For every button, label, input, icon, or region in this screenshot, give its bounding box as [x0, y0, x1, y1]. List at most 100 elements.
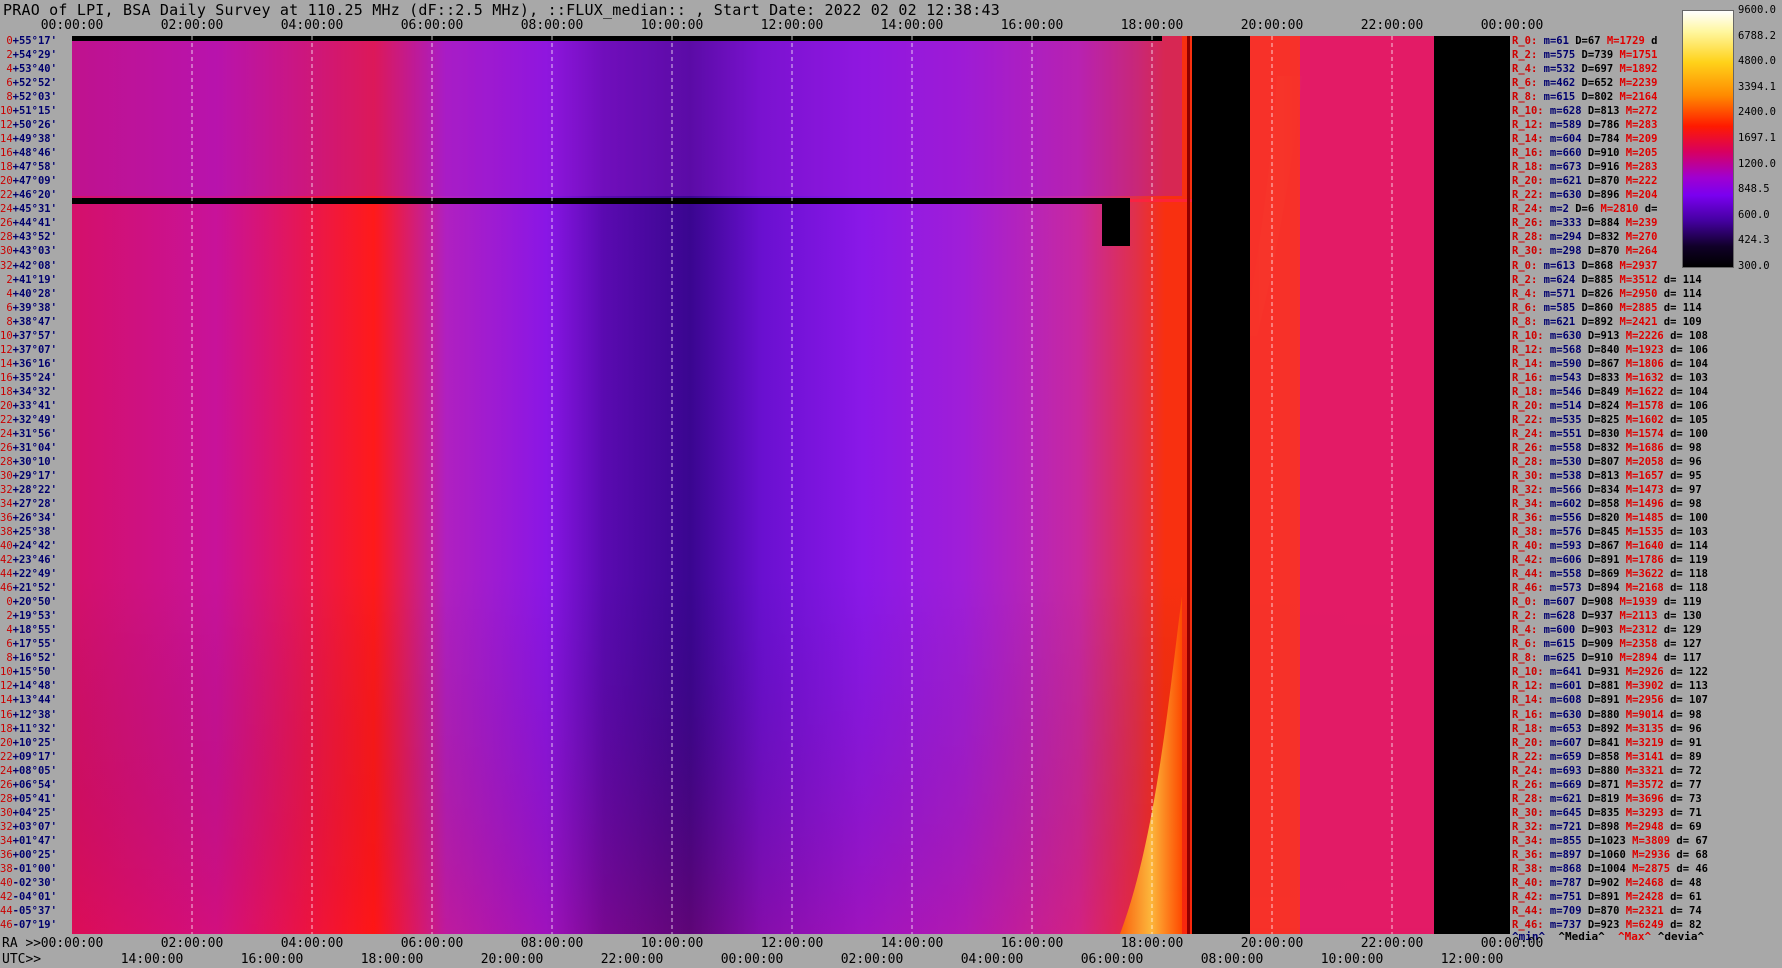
row-statistics: R_0: m=61 D=67 M=1729 d R_2: m=575 D=739 … [1512, 36, 1782, 934]
stats-mx: M=1892 [1613, 63, 1658, 76]
stats-mx: M=1574 [1619, 427, 1664, 440]
stats-md: D=840 [1581, 343, 1620, 356]
dec-row-label: 8+52°03' [0, 92, 57, 103]
dec-row-index: 22 [0, 189, 13, 202]
stats-row: R_2: m=575 D=739 M=1751 [1512, 49, 1664, 62]
utc-bottom-tick: 10:00:00 [1320, 952, 1384, 967]
stats-md: D=880 [1581, 764, 1620, 777]
dec-row-label: 14+13°44' [0, 694, 57, 707]
ra-top-axis: 00:00:00 02:00:00 04:00:00 06:00:00 08:00:00… [0, 18, 1544, 36]
stats-mx: M=2058 [1619, 455, 1664, 468]
stats-rl: R_16: [1512, 147, 1544, 160]
dec-row-index: 28 [0, 792, 13, 805]
stats-md: D=858 [1581, 498, 1620, 511]
stats-mx: M=270 [1619, 231, 1658, 244]
stats-rl: R_26: [1512, 441, 1544, 454]
top-tick-label: 12:00:00 [760, 18, 824, 33]
stats-md: D=813 [1581, 469, 1620, 482]
stats-md: D=652 [1575, 77, 1614, 90]
stats-rl: R_28: [1512, 231, 1544, 244]
dec-value: +14°48' [12, 680, 57, 693]
dec-row-index: 14 [0, 694, 13, 707]
stats-mn: m=558 [1543, 441, 1582, 454]
stats-mn: m=600 [1537, 624, 1576, 637]
stats-mx: M=1657 [1619, 469, 1664, 482]
stats-row: R_4: m=600 D=903 M=2312 d= 129 [1512, 624, 1702, 637]
stats-mn: m=538 [1543, 469, 1582, 482]
dec-row-label: 26+06°54' [0, 779, 57, 790]
dec-row-label: 22+32°49' [0, 413, 57, 426]
stats-rl: R_24: [1512, 203, 1544, 216]
dec-row-label: 28+43°52' [0, 232, 57, 243]
stats-dv: d= 106 [1663, 343, 1709, 356]
stats-md: D=824 [1581, 399, 1620, 412]
stats-row: R_8: m=621 D=892 M=2421 d= 109 [1512, 316, 1702, 327]
stats-rl: R_2: [1512, 49, 1538, 62]
stats-mn: m=61 [1537, 35, 1569, 47]
stats-mn: m=514 [1543, 399, 1582, 412]
dec-value: +28°22' [12, 484, 57, 496]
dec-row-label: 12+37°07' [0, 344, 57, 355]
dec-value: +11°32' [12, 722, 57, 735]
stats-md: D=870 [1581, 904, 1620, 917]
dec-row-index: 12 [0, 119, 13, 132]
stats-md: D=885 [1575, 273, 1614, 286]
dec-value: +47°58' [12, 161, 57, 174]
dec-row-index: 8 [0, 315, 13, 328]
missing-row-top [72, 36, 1162, 41]
dec-row-label: 12+14°48' [0, 680, 57, 693]
dec-row-index: 22 [0, 413, 13, 426]
stats-mn: m=608 [1543, 694, 1582, 707]
colorbar-tick-label: 3394.1 [1738, 80, 1776, 93]
dec-value: +04°25' [12, 806, 57, 819]
ra-bottom-tick: 18:00:00 [1120, 936, 1184, 951]
top-tick-label: 06:00:00 [400, 18, 464, 33]
stats-dv [1657, 217, 1663, 229]
ra-bottom-tick: 12:00:00 [760, 936, 824, 951]
stats-rl: R_14: [1512, 357, 1544, 370]
stats-rl: R_38: [1512, 862, 1544, 875]
dec-row-label: 34+01°47' [0, 836, 57, 847]
stats-md: D=786 [1581, 119, 1620, 132]
stats-mn: m=607 [1543, 736, 1582, 749]
utc-bottom-tick: 16:00:00 [240, 952, 304, 967]
dec-row-label: 0+55°17' [0, 36, 57, 47]
stats-dv: d= 114 [1663, 540, 1709, 553]
stats-row: R_14: m=608 D=891 M=2956 d= 107 [1512, 694, 1708, 707]
stats-row: R_30: m=645 D=835 M=3293 d= 71 [1512, 807, 1702, 818]
stats-row: R_32: m=566 D=834 M=1473 d= 97 [1512, 485, 1702, 496]
dec-row-label: 32+03°07' [0, 822, 57, 833]
stats-dv [1657, 231, 1663, 243]
dec-value: +00°25' [12, 848, 57, 861]
dec-row-label: 32+28°22' [0, 484, 57, 496]
stats-row: R_44: m=558 D=869 M=3622 d= 118 [1512, 569, 1708, 580]
stats-dv [1657, 77, 1663, 89]
dec-value: +42°08' [12, 259, 57, 272]
dec-value: +29°17' [12, 469, 57, 482]
top-tick-label: 18:00:00 [1120, 18, 1184, 33]
stats-row: R_14: m=604 D=784 M=209 [1512, 134, 1664, 145]
stats-md: D=894 [1581, 582, 1620, 595]
dec-value: +12°38' [12, 708, 57, 721]
stats-md: D=910 [1581, 147, 1620, 160]
dec-row-index: 6 [0, 301, 13, 314]
stats-mx: M=2164 [1613, 91, 1658, 104]
dec-value: +44°41' [12, 217, 57, 230]
stats-row: R_40: m=787 D=902 M=2468 d= 48 [1512, 878, 1702, 889]
dec-row-label: 14+36°16' [0, 358, 57, 369]
stats-dv: d= 105 [1663, 413, 1709, 426]
utc-bottom-tick: 08:00:00 [1200, 952, 1264, 967]
stats-rl: R_46: [1512, 582, 1544, 595]
stats-rl: R_20: [1512, 175, 1544, 188]
stats-mn: m=868 [1543, 862, 1582, 875]
data-gap-2 [1434, 36, 1510, 934]
stats-rl: R_0: [1512, 35, 1538, 47]
stats-md: D=1060 [1581, 848, 1626, 861]
dec-value: +47°09' [12, 175, 57, 188]
stats-dv [1657, 63, 1663, 75]
stats-md: D=841 [1581, 736, 1620, 749]
stats-dv: d= 106 [1663, 399, 1709, 412]
dec-row-index: 24 [0, 203, 13, 216]
dec-row-index: 12 [0, 680, 13, 693]
stats-mn: m=298 [1543, 245, 1582, 258]
